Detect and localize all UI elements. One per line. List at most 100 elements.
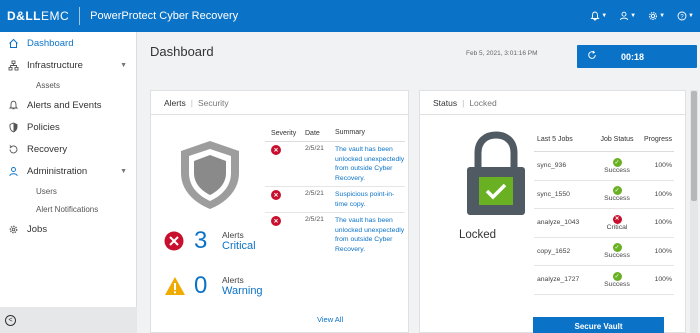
- column-header-last-jobs: Last 5 Jobs: [537, 135, 573, 143]
- brand-divider: [79, 7, 81, 25]
- sidebar-item-users[interactable]: Users: [0, 182, 136, 200]
- table-row[interactable]: ✕ 2/5/21 The vault has been unlocked une…: [265, 142, 405, 187]
- sidebar-item-alert-notifications[interactable]: Alert Notifications: [0, 200, 136, 218]
- vault-state: Locked: [469, 97, 497, 108]
- job-progress: 100%: [654, 276, 672, 284]
- bell-icon: [590, 11, 600, 21]
- critical-alerts-label: Alerts: [222, 230, 244, 240]
- sidebar-item-policies[interactable]: Policies: [0, 116, 136, 138]
- alert-summary-link[interactable]: The vault has been unlocked unexpectedly…: [335, 216, 405, 254]
- shield-icon: [181, 141, 239, 209]
- sidebar-item-dashboard[interactable]: Dashboard: [0, 32, 136, 54]
- alert-date: 2/5/21: [305, 145, 324, 152]
- table-row[interactable]: analyze_1043 ✕ Critical 100%: [534, 209, 674, 238]
- sidebar-item-label: Dashboard: [27, 37, 74, 49]
- network-icon: [6, 60, 20, 71]
- sidebar-item-jobs[interactable]: Jobs: [0, 218, 136, 240]
- status-card-header: Status | Locked: [420, 91, 685, 115]
- home-icon: [6, 38, 20, 49]
- jobs-table: Last 5 Jobs Job Status Progress sync_936…: [534, 127, 674, 295]
- chevron-left-icon: <: [5, 314, 16, 326]
- chevron-down-icon[interactable]: ▼: [120, 168, 127, 175]
- lock-icon: [467, 131, 525, 215]
- sidebar-item-alerts-and-events[interactable]: Alerts and Events: [0, 94, 136, 116]
- column-header-job-status: Job Status: [600, 135, 634, 143]
- table-row[interactable]: ✕ 2/5/21 Suspicious point-in-time copy.: [265, 187, 405, 213]
- notifications-menu[interactable]: ▼: [590, 11, 607, 21]
- job-status: Success: [604, 252, 630, 260]
- critical-icon: ✕: [271, 190, 281, 200]
- table-row[interactable]: copy_1652 ✓ Success 100%: [534, 238, 674, 266]
- job-name[interactable]: sync_936: [534, 162, 594, 169]
- vertical-scrollbar[interactable]: [690, 90, 698, 333]
- job-name[interactable]: sync_1550: [534, 191, 594, 198]
- alerts-card-header: Alerts | Security: [151, 91, 408, 115]
- help-icon: ?: [677, 11, 687, 21]
- job-progress: 100%: [654, 162, 672, 170]
- critical-icon: ✕: [271, 216, 281, 226]
- sidebar-item-infrastructure[interactable]: Infrastructure ▼: [0, 54, 136, 76]
- view-all-alerts-link[interactable]: View All: [317, 315, 343, 324]
- warning-alerts-summary[interactable]: 0 Alerts Warning: [164, 272, 263, 300]
- sidebar-item-assets[interactable]: Assets: [0, 76, 136, 94]
- critical-alerts-summary[interactable]: 3 Alerts Critical: [164, 227, 256, 255]
- critical-icon: [164, 231, 184, 251]
- job-name[interactable]: copy_1652: [534, 248, 594, 255]
- critical-icon: ✕: [612, 214, 622, 224]
- alert-date: 2/5/21: [305, 190, 324, 197]
- collapse-sidebar-button[interactable]: <: [0, 307, 137, 333]
- table-row[interactable]: ✕ 2/5/21 The vault has been unlocked une…: [265, 213, 405, 257]
- job-name[interactable]: analyze_1043: [534, 219, 594, 226]
- gear-icon: [649, 11, 658, 21]
- scrollbar-thumb[interactable]: [691, 91, 697, 201]
- column-header-progress: Progress: [643, 135, 672, 143]
- header-separator: |: [462, 97, 465, 108]
- help-menu[interactable]: ? ▼: [677, 11, 694, 21]
- chevron-down-icon[interactable]: ▼: [120, 62, 127, 69]
- warning-level-label: Warning: [222, 285, 263, 297]
- job-name[interactable]: analyze_1727: [534, 276, 594, 283]
- alerts-table: Severity Date Summary ✕ 2/5/21 The vault…: [265, 125, 405, 257]
- settings-menu[interactable]: ▼: [648, 11, 665, 21]
- success-icon: ✓: [612, 157, 622, 167]
- job-progress: 100%: [654, 219, 672, 227]
- status-card: Status | Locked Locked Last 5 Jobs Job S…: [419, 90, 686, 333]
- critical-level-label: Critical: [222, 240, 256, 252]
- user-menu[interactable]: ▼: [619, 11, 636, 21]
- refresh-icon: [587, 50, 597, 63]
- job-status: Critical: [606, 223, 628, 231]
- app-title: PowerProtect Cyber Recovery: [90, 10, 239, 22]
- refresh-timer-button[interactable]: 00:18: [577, 45, 697, 68]
- user-icon: [620, 11, 629, 21]
- sidebar-item-label: Jobs: [27, 223, 48, 235]
- sidebar-item-recovery[interactable]: Recovery: [0, 138, 136, 160]
- table-row[interactable]: sync_1550 ✓ Success 100%: [534, 181, 674, 209]
- last-updated-timestamp: Feb 5, 2021, 3:01:16 PM: [466, 50, 538, 57]
- critical-alerts-count: 3: [194, 227, 208, 254]
- success-icon: ✓: [612, 243, 622, 253]
- card-subtitle: Security: [197, 97, 229, 108]
- table-row[interactable]: analyze_1727 ✓ Success 100%: [534, 266, 674, 295]
- alert-summary-link[interactable]: Suspicious point-in-time copy.: [335, 190, 405, 209]
- column-header-date: Date: [305, 129, 320, 137]
- bell-icon: [6, 100, 20, 111]
- table-row[interactable]: sync_936 ✓ Success 100%: [534, 152, 674, 181]
- chevron-down-icon: ▼: [601, 13, 608, 19]
- warning-alerts-label: Alerts: [222, 275, 244, 285]
- sidebar: Dashboard Infrastructure ▼ Assets Alerts…: [0, 32, 137, 333]
- job-progress: 100%: [654, 247, 672, 255]
- page-title: Dashboard: [150, 44, 214, 59]
- sidebar-item-administration[interactable]: Administration ▼: [0, 160, 136, 182]
- card-title: Alerts: [164, 97, 186, 108]
- job-status: Success: [604, 280, 630, 288]
- user-icon: [6, 166, 20, 177]
- chevron-down-icon: ▼: [659, 13, 666, 19]
- card-title: Status: [433, 97, 458, 108]
- column-header-severity: Severity: [271, 129, 297, 137]
- jobs-icon: [6, 224, 20, 235]
- chevron-down-icon: ▼: [630, 13, 637, 19]
- brand-logo: D&LLEMC: [7, 9, 70, 23]
- alert-summary-link[interactable]: The vault has been unlocked unexpectedly…: [335, 145, 405, 183]
- secure-vault-button[interactable]: Secure Vault: [533, 317, 664, 333]
- job-status: Success: [604, 166, 630, 174]
